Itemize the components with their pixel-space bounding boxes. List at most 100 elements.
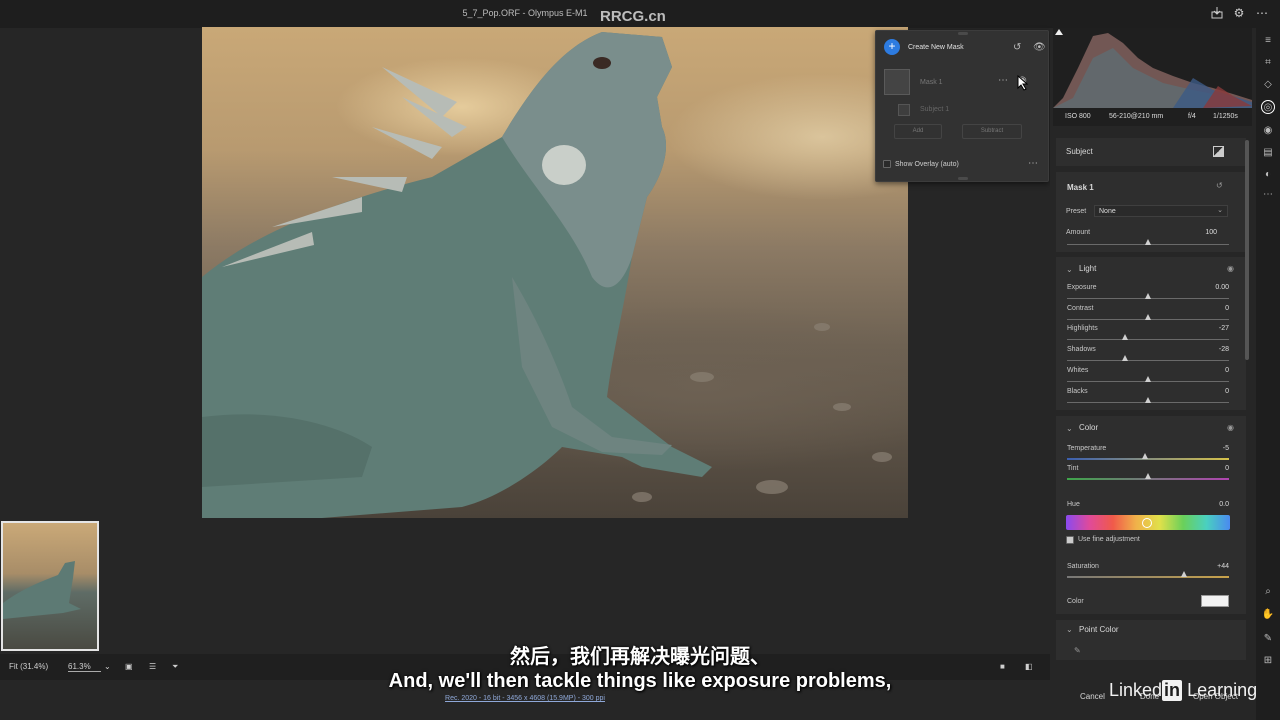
light-slider-thumb[interactable] (1145, 293, 1151, 299)
exif-bar: ISO 800 56-210@210 mm f/4 1/1250s (1053, 108, 1252, 126)
edit-sliders-icon[interactable]: ≡ (1261, 34, 1275, 48)
light-slider-thumb[interactable] (1145, 375, 1151, 382)
filmstrip-thumbnail[interactable] (1, 521, 99, 651)
fine-adjustment-label: Use fine adjustment (1078, 536, 1140, 543)
preset-dropdown[interactable]: None ⌄ (1094, 205, 1228, 217)
light-slider-label: Whites (1067, 366, 1089, 374)
mask-section-title: Mask 1 (1067, 183, 1094, 192)
light-slider-thumb[interactable] (1122, 334, 1129, 341)
tint-value[interactable]: 0 (1205, 465, 1229, 475)
mask-reset-icon[interactable]: ↺ (1216, 181, 1223, 190)
main-photo[interactable] (202, 27, 908, 518)
watermark-top: RRCG.cn (600, 8, 666, 25)
light-slider-value[interactable]: -28 (1205, 346, 1229, 356)
saturation-value[interactable]: +44 (1205, 563, 1229, 573)
gear-icon[interactable]: ⚙ (1232, 6, 1246, 20)
color-swatch[interactable] (1201, 595, 1229, 607)
shadow-clip-icon[interactable] (1055, 29, 1063, 35)
snapshots-icon[interactable]: ▤ (1261, 146, 1275, 160)
red-eye-icon[interactable]: ◉ (1261, 124, 1275, 138)
add-button[interactable]: Add (894, 124, 942, 139)
subtract-label: Subtract (980, 128, 1004, 134)
subject-title: Subject (1066, 147, 1093, 156)
preset-value: None (1099, 208, 1116, 215)
exif-iso: ISO 800 (1065, 113, 1091, 120)
light-slider-track[interactable] (1067, 360, 1229, 362)
color-section-title[interactable]: Color (1079, 423, 1098, 432)
show-overlay-checkbox[interactable] (883, 160, 891, 168)
presets-icon[interactable]: ◐ (1261, 168, 1275, 182)
color-visibility-icon[interactable]: ◉ (1227, 423, 1234, 432)
subject-component-name[interactable]: Subject 1 (920, 106, 949, 113)
light-slider-track[interactable] (1067, 339, 1229, 341)
point-color-title[interactable]: Point Color (1079, 625, 1119, 634)
exif-aperture: f/4 (1188, 113, 1196, 120)
learning-word: Learning (1187, 680, 1258, 700)
linkedin-badge: in (1162, 680, 1183, 701)
temperature-value[interactable]: -5 (1205, 445, 1229, 455)
heal-icon[interactable]: ◇ (1261, 78, 1275, 92)
subject-component-icon (898, 104, 910, 116)
light-slider-value[interactable]: 0 (1205, 305, 1229, 315)
cancel-button[interactable]: Cancel (1080, 692, 1105, 701)
mask-options-icon[interactable]: ⋯ (998, 75, 1008, 86)
more-icon[interactable]: ⋯ (1255, 6, 1269, 20)
window-title: 5_7_Pop.ORF - Olympus E-M1 (462, 8, 588, 18)
overlay-options-icon[interactable]: ⋯ (1028, 158, 1038, 169)
mask-thumbnail (884, 69, 910, 95)
create-new-mask-label[interactable]: Create New Mask (908, 44, 964, 51)
temperature-slider-thumb[interactable] (1141, 453, 1148, 459)
workflow-options-link[interactable]: Rec. 2020 - 16 bit - 3456 x 4608 (15.9MP… (0, 695, 1050, 702)
show-overlay-label: Show Overlay (auto) (895, 161, 959, 168)
panel-bottom-grip[interactable] (958, 177, 968, 180)
light-visibility-icon[interactable]: ◉ (1227, 264, 1234, 273)
chevron-down-icon: ⌄ (1217, 207, 1223, 214)
create-new-mask-button[interactable]: + (884, 39, 900, 55)
mask-section: Mask 1 ↺ Preset None ⌄ Amount 100 (1056, 172, 1246, 252)
saturation-slider[interactable] (1067, 576, 1229, 578)
light-slider-thumb[interactable] (1145, 396, 1151, 403)
more-tools-icon[interactable]: ⋯ (1261, 188, 1275, 202)
hue-label: Hue (1067, 501, 1080, 508)
save-icon[interactable] (1210, 6, 1224, 20)
light-slider-value[interactable]: 0 (1205, 388, 1229, 398)
hand-icon[interactable]: ✋ (1261, 608, 1275, 622)
fine-adjustment-checkbox[interactable] (1066, 536, 1074, 544)
light-slider-value[interactable]: -27 (1205, 325, 1229, 335)
amount-slider-thumb[interactable] (1145, 239, 1151, 245)
temperature-slider[interactable] (1067, 458, 1229, 460)
panel-grip[interactable] (958, 32, 968, 35)
reset-icon[interactable]: ↺ (1013, 42, 1021, 53)
subtitle-chinese: 然后，我们再解决曝光问题、 (510, 646, 770, 668)
light-slider-thumb[interactable] (1122, 355, 1129, 362)
light-slider-thumb[interactable] (1145, 313, 1151, 320)
panel-scrollbar[interactable] (1245, 140, 1249, 360)
mask-name[interactable]: Mask 1 (920, 79, 943, 86)
tool-strip: ≡ ⌗ ◇ ◎ ◉ ▤ ◐ ⋯ ⌕ ✋ ✎ ⊞ (1256, 28, 1280, 720)
exif-shutter: 1/1250s (1213, 113, 1238, 120)
light-section-title[interactable]: Light (1079, 264, 1096, 273)
masking-icon[interactable]: ◎ (1261, 100, 1275, 114)
color-collapse-icon[interactable]: ⌄ (1066, 424, 1073, 433)
crop-icon[interactable]: ⌗ (1261, 56, 1275, 70)
light-slider-value[interactable]: 0 (1205, 367, 1229, 377)
tint-slider-thumb[interactable] (1145, 473, 1151, 479)
light-slider-value[interactable]: 0.00 (1205, 284, 1229, 294)
point-color-collapse-icon[interactable]: ⌄ (1066, 625, 1073, 634)
light-slider-label: Shadows (1067, 346, 1096, 354)
add-label: Add (912, 128, 924, 134)
saturation-slider-thumb[interactable] (1180, 571, 1187, 577)
linkedin-learning-logo: Linked in Learning (1109, 680, 1257, 701)
eye-icon[interactable]: 👁 (1033, 42, 1046, 53)
hue-slider-thumb[interactable] (1142, 518, 1152, 528)
subject-header: Subject (1056, 138, 1246, 166)
amount-value[interactable]: 100 (1193, 229, 1217, 239)
cursor-icon (1017, 74, 1029, 96)
light-collapse-icon[interactable]: ⌄ (1066, 265, 1073, 274)
zoom-icon[interactable]: ⌕ (1261, 585, 1275, 599)
hue-value[interactable]: 0.0 (1205, 501, 1229, 511)
light-section: ⌄ Light ◉ Exposure 0.00 Contrast 0 Highlight… (1056, 257, 1246, 410)
invert-icon[interactable] (1213, 146, 1224, 157)
subtract-button[interactable]: Subtract (962, 124, 1022, 139)
exif-lens: 56-210@210 mm (1109, 113, 1164, 120)
